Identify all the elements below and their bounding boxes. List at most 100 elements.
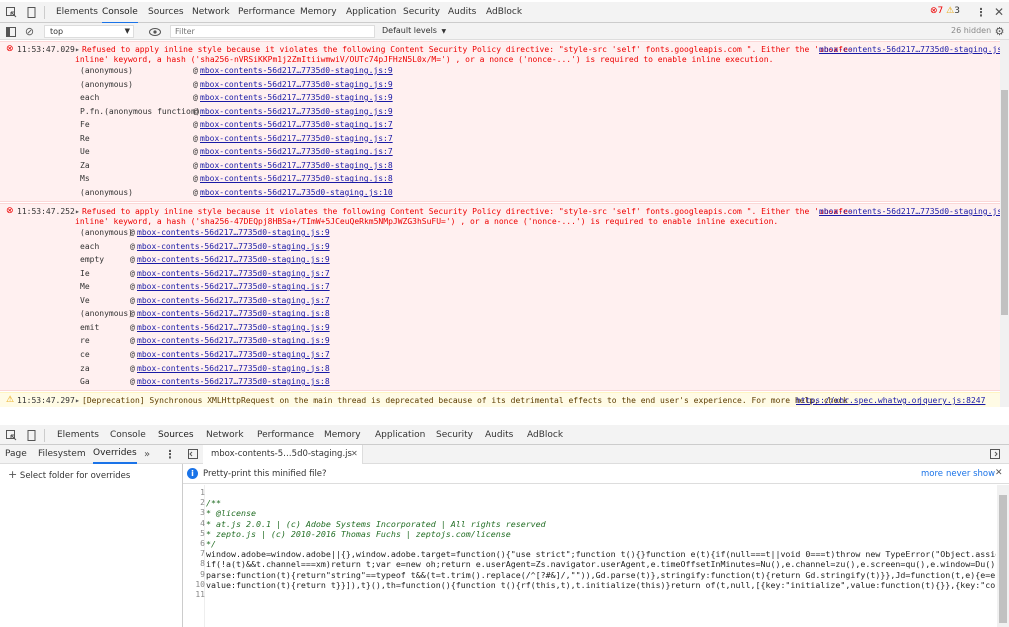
stack-frame-source-link[interactable]: mbox-contents-56d217…7735d0-staging.js:8 (137, 309, 330, 318)
tab-console[interactable]: Console (102, 2, 138, 24)
stack-frame-source-link[interactable]: mbox-contents-56d217…7735d0-staging.js:9 (200, 80, 393, 89)
stack-frame-source-link[interactable]: mbox-contents-56d217…7735d0-staging.js:7 (137, 282, 330, 291)
log-levels-dropdown[interactable]: Default levels ▼ (382, 26, 446, 35)
stack-frame-source-link[interactable]: mbox-contents-56d217…7735d0-staging.js:9 (137, 323, 330, 332)
stack-frame-source-link[interactable]: mbox-contents-56d217…7735d0-staging.js:8 (137, 364, 330, 373)
tab-security[interactable]: Security (436, 425, 473, 445)
stack-frame-source-link[interactable]: mbox-contents-56d217…7735d0-staging.js:9 (137, 255, 330, 264)
warning-spec-link[interactable]: https://xhr.spec.whatwg.or (796, 396, 921, 405)
tab-audits[interactable]: Audits (448, 2, 476, 22)
expand-arrow-icon[interactable]: ▸ (75, 207, 80, 216)
tab-performance[interactable]: Performance (257, 425, 314, 445)
line-number: 5 (200, 528, 205, 538)
close-icon[interactable]: ✕ (351, 449, 358, 458)
warning-source-link[interactable]: jquery.js:8247 (918, 396, 985, 405)
code-line: parse:function(t){return"string"==typeof… (206, 569, 996, 580)
sidebar-toggle-icon[interactable] (5, 26, 16, 37)
stack-frame-source-link[interactable]: mbox-contents-56d217…7735d0-staging.js:8 (200, 161, 393, 170)
chevron-double-right-icon[interactable]: » (142, 448, 152, 460)
close-icon[interactable]: ✕ (993, 5, 1005, 19)
stack-frame-source-link[interactable]: mbox-contents-56d217…7735d0-staging.js:8 (200, 174, 393, 183)
chevron-down-icon: ▼ (124, 27, 130, 35)
filter-input[interactable] (170, 25, 375, 38)
stack-frame-source-link[interactable]: mbox-contents-56d217…7735d0-staging.js:7 (200, 120, 393, 129)
tab-performance[interactable]: Performance (238, 2, 295, 22)
scrollbar-thumb[interactable] (1001, 90, 1008, 315)
scrollbar-thumb[interactable] (999, 495, 1007, 623)
console-messages: ⊗ 11:53:47.029 ▸ Refused to apply inline… (0, 40, 1000, 407)
nav-tab-page[interactable]: Page (5, 445, 27, 464)
close-icon[interactable]: ✕ (995, 468, 1003, 478)
stack-frame-function: (anonymous) (80, 66, 133, 75)
debugger-toggle-icon[interactable] (989, 448, 1001, 460)
more-link[interactable]: more (921, 469, 943, 479)
tab-sources[interactable]: Sources (148, 2, 184, 22)
stack-frame-source-link[interactable]: mbox-contents-56d217…7735d0-staging.js:7 (137, 350, 330, 359)
tab-elements[interactable]: Elements (57, 425, 99, 445)
context-selector[interactable]: top ▼ (44, 25, 134, 38)
error-counter[interactable]: ⊗7 ⚠3 (930, 6, 960, 16)
stack-frame-source-link[interactable]: mbox-contents-56d217…7735d0-staging.js:9 (137, 242, 330, 251)
hidden-count: 26 hidden (951, 26, 992, 35)
tab-console[interactable]: Console (110, 425, 146, 445)
tab-application[interactable]: Application (346, 2, 396, 22)
error-icon: ⊗ (6, 206, 14, 216)
stack-frame-source-link[interactable]: mbox-contents-56d217…7735d0-staging.js:9 (200, 107, 393, 116)
tab-application[interactable]: Application (375, 425, 425, 445)
error-source-link[interactable]: mbox-contents-56d217…7735d0-staging.js:9 (819, 45, 1000, 54)
tab-audits[interactable]: Audits (485, 425, 513, 445)
stack-frame-at: @ (130, 268, 135, 278)
select-folder-button[interactable]: + Select folder for overrides (8, 468, 130, 481)
stack-frame-source-link[interactable]: mbox-contents-56d217…7735d0-staging.js:7 (137, 269, 330, 278)
stack-frame-function: Fe (80, 120, 90, 130)
stack-frame-source-link[interactable]: mbox-contents-56d217…7735d0-staging.js:9 (137, 228, 330, 237)
file-tab[interactable]: mbox-contents-5…5d0-staging.js ✕ (203, 445, 363, 464)
tab-adblock[interactable]: AdBlock (527, 425, 563, 445)
stack-frame-at: @ (193, 66, 198, 75)
stack-frame-function: Ue (80, 147, 90, 157)
tab-divider (44, 429, 45, 442)
stack-frame-source-link[interactable]: mbox-contents-56d217…7735d0-staging.js:7 (137, 296, 330, 305)
device-toolbar-icon[interactable] (25, 6, 37, 18)
tab-elements[interactable]: Elements (56, 2, 98, 22)
stack-frame-at: @ (130, 377, 135, 387)
code-scrollbar[interactable] (997, 485, 1009, 627)
eye-icon[interactable] (148, 25, 162, 38)
settings-gear-icon[interactable]: ⚙ (993, 25, 1006, 38)
stack-frame-source-link[interactable]: mbox-contents-56d217…7735d0-staging.js:9 (137, 336, 330, 345)
tab-adblock[interactable]: AdBlock (486, 2, 522, 22)
tab-network[interactable]: Network (192, 2, 230, 22)
stack-frame-source-link[interactable]: mbox-contents-56d217…7735d0-staging.js:7 (200, 147, 393, 156)
stack-frame-at: @ (130, 322, 135, 332)
inspect-element-icon[interactable] (5, 429, 17, 441)
file-tab-label: mbox-contents-5…5d0-staging.js (211, 449, 352, 459)
navigator-toggle-icon[interactable] (187, 448, 198, 460)
stack-frame-source-link[interactable]: mbox-contents-56d217…7735d0-staging.js:9 (200, 93, 393, 102)
nav-tab-filesystem[interactable]: Filesystem (38, 445, 86, 464)
tab-sources[interactable]: Sources (158, 425, 194, 447)
stack-frame-source-link[interactable]: mbox-contents-56d217…7735d0-staging.js:8 (137, 377, 330, 386)
editor-tabbar: mbox-contents-5…5d0-staging.js ✕ (183, 445, 1009, 464)
stack-frame-source-link[interactable]: mbox-contents-56d217…735d0-staging.js:10 (200, 188, 393, 197)
tab-security[interactable]: Security (403, 2, 440, 22)
stack-frame-function: (anonymous) (80, 309, 133, 319)
nav-tab-overrides[interactable]: Overrides (93, 445, 137, 464)
stack-frame-function: (anonymous) (80, 187, 133, 197)
code-line: window.adobe=window.adobe||{},window.ado… (206, 549, 996, 560)
never-show-link[interactable]: never show (946, 469, 995, 479)
device-toolbar-icon[interactable] (25, 429, 37, 441)
expand-arrow-icon[interactable]: ▸ (75, 396, 80, 405)
error-source-link[interactable]: mbox-contents-56d217…7735d0-staging.js:9 (819, 207, 1000, 216)
clear-console-icon[interactable]: ⊘ (24, 25, 35, 38)
stack-frame-source-link[interactable]: mbox-contents-56d217…7735d0-staging.js:9 (200, 66, 393, 75)
inspect-element-icon[interactable] (5, 6, 17, 18)
console-scrollbar[interactable] (1000, 40, 1009, 407)
tab-memory[interactable]: Memory (324, 425, 361, 445)
more-options-icon[interactable]: ⋮ (976, 6, 987, 19)
stack-frame-source-link[interactable]: mbox-contents-56d217…7735d0-staging.js:7 (200, 134, 393, 143)
more-options-icon[interactable]: ⋮ (165, 448, 176, 461)
expand-arrow-icon[interactable]: ▸ (75, 45, 80, 54)
tab-memory[interactable]: Memory (300, 2, 337, 22)
code-line: if(!a(t)&&t.channel===xm)return t;var e=… (206, 559, 996, 570)
tab-network[interactable]: Network (206, 425, 244, 445)
